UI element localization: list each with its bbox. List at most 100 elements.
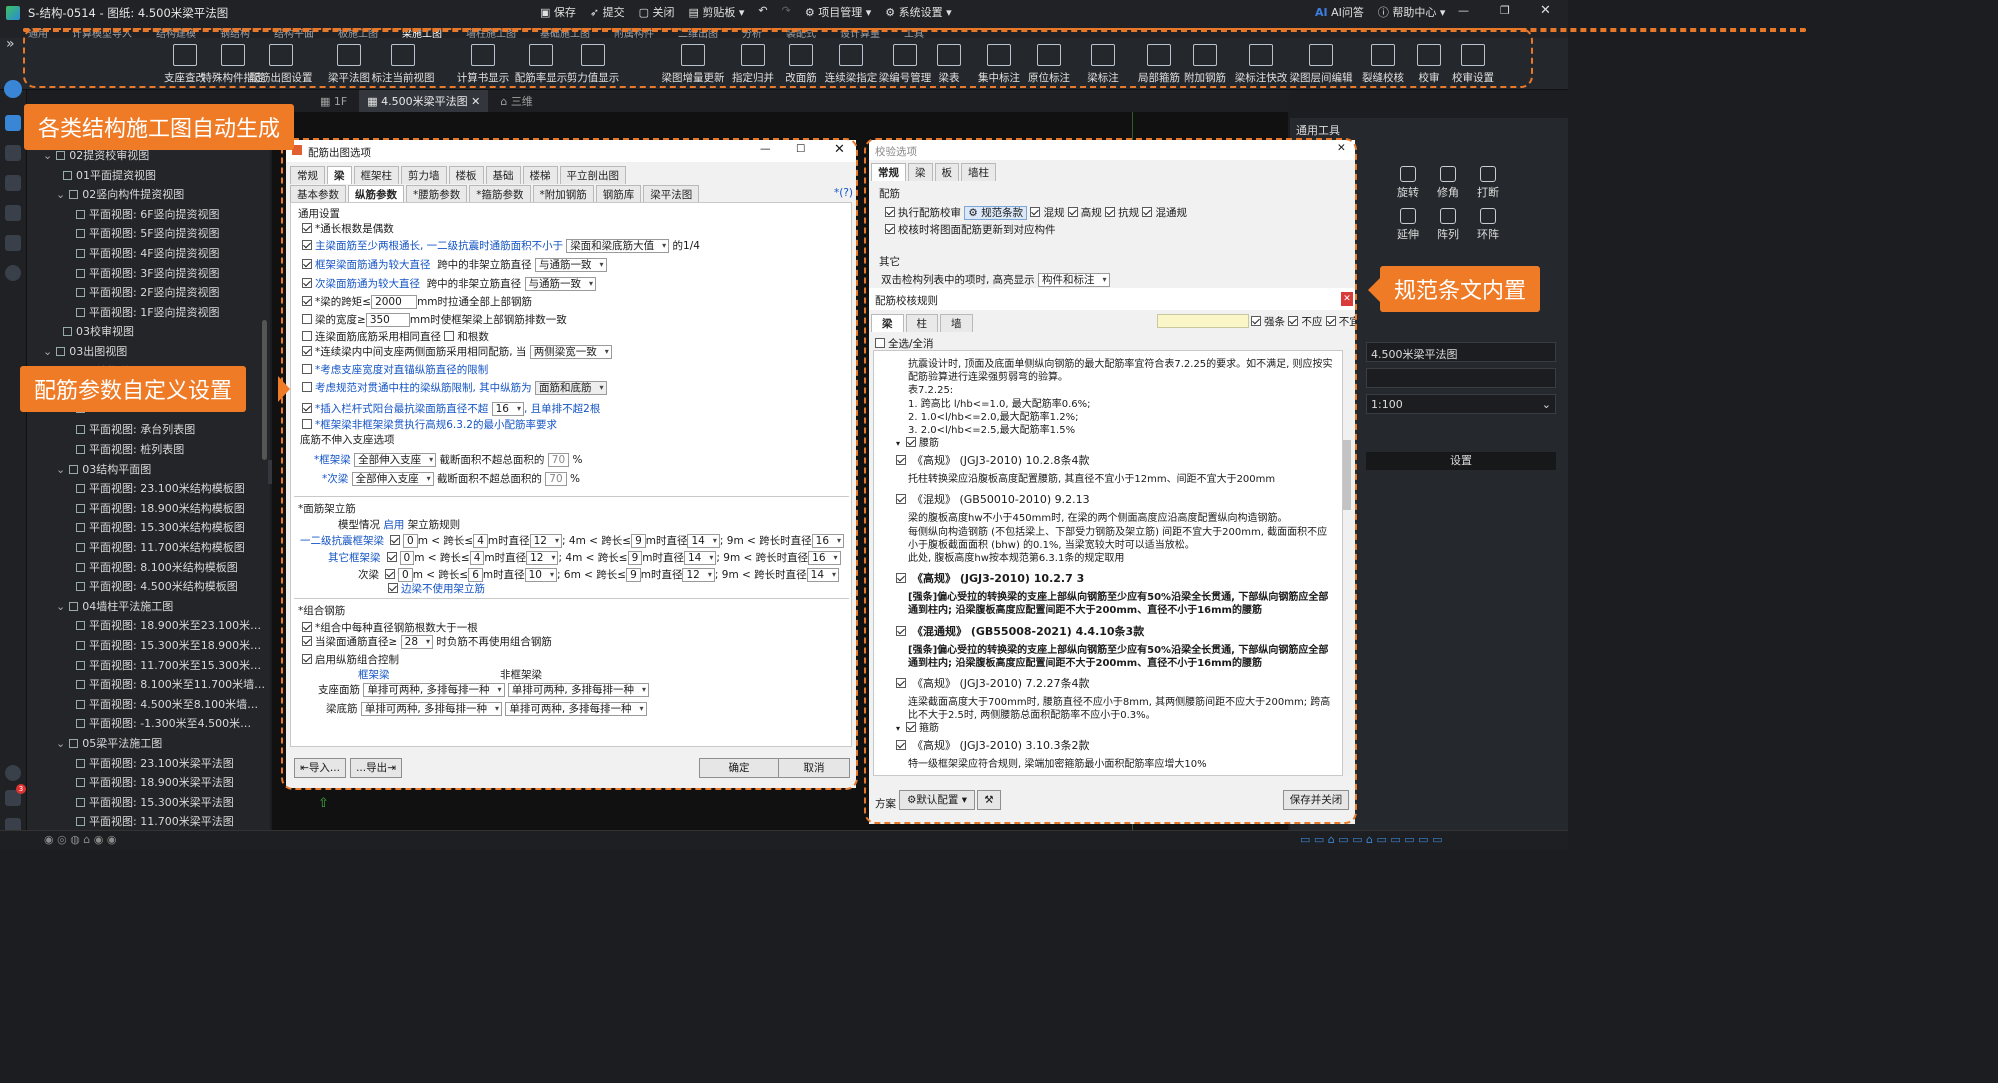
- tree-item[interactable]: 平面视图: -1.300米至4.500米…: [76, 715, 251, 731]
- help-button[interactable]: ⓘ 帮助中心 ▾: [1378, 4, 1446, 20]
- robot-icon[interactable]: [5, 765, 21, 781]
- tool-button[interactable]: 修角: [1430, 166, 1466, 200]
- view-name-field[interactable]: 4.500米梁平法图: [1366, 342, 1556, 362]
- list-icon[interactable]: [5, 205, 21, 221]
- close-doc-icon: ▢: [638, 6, 653, 19]
- view-icon: [76, 484, 85, 494]
- gear-icon: ⚙: [885, 6, 899, 19]
- undo-icon[interactable]: ↶: [758, 4, 767, 20]
- tree-item[interactable]: 平面视图: 桩列表图: [76, 441, 184, 457]
- redo-icon[interactable]: ↷: [782, 4, 791, 20]
- document-icon[interactable]: [5, 175, 21, 191]
- settings-button[interactable]: 设置: [1366, 452, 1556, 470]
- tree-item[interactable]: 平面视图: 18.900米至23.100米…: [76, 617, 261, 633]
- panel-icon[interactable]: [5, 235, 21, 251]
- tree-scrollbar[interactable]: [262, 320, 267, 460]
- notification-badge: 3: [16, 784, 26, 794]
- tree-item[interactable]: 平面视图: 15.300米梁平法图: [76, 794, 234, 810]
- doc-tab-1f[interactable]: ▦ 1F: [320, 95, 347, 108]
- callout-code-builtin: 规范条文内置: [1380, 266, 1541, 312]
- tree-label: 平面视图: 4F竖向提资视图: [89, 247, 220, 260]
- tree-label: 平面视图: 1F竖向提资视图: [89, 305, 220, 319]
- tree-folder[interactable]: ⌄ 05梁平法施工图: [56, 735, 162, 751]
- folder-icon: [56, 151, 66, 160]
- tree-label: 03校审视图: [76, 325, 134, 339]
- tree-item[interactable]: 平面视图: 18.900米结构模板图: [76, 500, 245, 516]
- tree-item[interactable]: 平面视图: 5F竖向提资视图: [76, 225, 220, 241]
- folder-icon: [69, 190, 79, 200]
- link-icon[interactable]: [5, 145, 21, 161]
- tree-label: 平面视图: 3F竖向提资视图: [89, 266, 220, 280]
- close-doc-button[interactable]: ▢ 关闭: [639, 4, 675, 20]
- expand-panel-icon[interactable]: »: [6, 36, 15, 52]
- tree-folder[interactable]: ⌄ 04墙柱平法施工图: [56, 598, 173, 614]
- close-tab-icon[interactable]: ✕: [471, 95, 480, 108]
- document-tabs: ▦ 1F ▦ 4.500米梁平法图 ✕ ⌂ 三维: [280, 90, 1290, 112]
- tree-item[interactable]: 平面视图: 3F竖向提资视图: [76, 265, 220, 281]
- doc-tab-beam-plan[interactable]: ▦ 4.500米梁平法图 ✕: [359, 90, 489, 112]
- doc-tab-3d[interactable]: ⌂ 三维: [500, 93, 532, 109]
- view-icon: [76, 680, 85, 690]
- tree-item[interactable]: 平面视图: 4F竖向提资视图: [76, 245, 220, 261]
- tree-item[interactable]: 01平面提资视图: [63, 167, 156, 183]
- title-bar: S-结构-0514 - 图纸: 4.500米梁平法图 ▣ 保存 ➶ 提交 ▢ 关…: [0, 0, 1568, 26]
- system-menu[interactable]: ⚙ 系统设置 ▾: [885, 4, 951, 20]
- tree-item[interactable]: 平面视图: 2F竖向提资视图: [76, 284, 220, 300]
- tree-item[interactable]: 平面视图: 11.700米至15.300米…: [76, 657, 261, 673]
- expand-icon[interactable]: ⌄: [43, 149, 52, 162]
- submit-button[interactable]: ➶ 提交: [590, 4, 625, 20]
- help-icon[interactable]: [5, 265, 21, 281]
- user-icon[interactable]: [4, 80, 22, 98]
- tree-item[interactable]: 平面视图: 4.500米至8.100米墙…: [76, 696, 258, 712]
- tree-item[interactable]: 平面视图: 1F竖向提资视图: [76, 304, 220, 320]
- tree-item[interactable]: 平面视图: 4.500米结构模板图: [76, 578, 238, 594]
- tree-item[interactable]: 03校审视图: [63, 323, 134, 339]
- empty-field[interactable]: [1366, 368, 1556, 388]
- save-icon: ▣: [540, 6, 554, 19]
- expand-icon[interactable]: ⌄: [56, 737, 65, 750]
- tree-item[interactable]: 平面视图: 承台列表图: [76, 421, 195, 437]
- cube-icon[interactable]: [5, 115, 21, 131]
- tree-item[interactable]: 平面视图: 8.100米结构模板图: [76, 559, 238, 575]
- tree-folder[interactable]: ⌄ 02竖向构件提资视图: [56, 186, 184, 202]
- view-icon: [76, 778, 85, 788]
- tree-item[interactable]: 平面视图: 11.700米结构模板图: [76, 539, 245, 555]
- tool-button[interactable]: 旋转: [1390, 166, 1426, 200]
- tool-button[interactable]: 阵列: [1430, 208, 1466, 242]
- restore-icon[interactable]: ❐: [1500, 4, 1510, 17]
- tree-item[interactable]: 平面视图: 6F竖向提资视图: [76, 206, 220, 222]
- status-tools[interactable]: ▭ ▭ ⌂ ▭ ▭ ⌂ ▭ ▭ ▭ ▭ ▭: [1300, 833, 1442, 846]
- tree-label: 平面视图: 18.900米至23.100米…: [89, 619, 262, 633]
- tree-item[interactable]: 平面视图: 23.100米结构模板图: [76, 480, 245, 496]
- tool-button[interactable]: 延伸: [1390, 208, 1426, 242]
- expand-icon[interactable]: ⌄: [56, 188, 65, 201]
- view-icon: [63, 327, 72, 337]
- callout-arrow: [278, 376, 290, 402]
- ai-button[interactable]: AI AI问答: [1315, 4, 1364, 20]
- minimize-icon[interactable]: —: [1458, 4, 1469, 17]
- save-button[interactable]: ▣ 保存: [540, 4, 576, 20]
- tree-item[interactable]: 平面视图: 11.700米梁平法图: [76, 813, 234, 829]
- tree-item[interactable]: 平面视图: 18.900米梁平法图: [76, 774, 234, 790]
- app-logo-icon: [6, 6, 20, 20]
- tool-button[interactable]: 打断: [1470, 166, 1506, 200]
- close-icon[interactable]: ✕: [1540, 3, 1551, 18]
- clipboard-button[interactable]: ▤ 剪贴板 ▾: [689, 4, 745, 20]
- expand-icon[interactable]: ⌄: [56, 463, 65, 476]
- tool-label: 阵列: [1437, 228, 1459, 241]
- tree-item[interactable]: 平面视图: 15.300米至18.900米…: [76, 637, 261, 653]
- scale-select[interactable]: 1:100 ⌄: [1366, 394, 1556, 414]
- tree-label: 平面视图: 6F竖向提资视图: [89, 207, 220, 221]
- expand-icon[interactable]: ⌄: [56, 600, 65, 613]
- tool-button[interactable]: 环阵: [1470, 208, 1506, 242]
- tree-item[interactable]: 平面视图: 15.300米结构模板图: [76, 519, 245, 535]
- tree-item[interactable]: 平面视图: 23.100米梁平法图: [76, 755, 234, 771]
- view-icon: [76, 641, 85, 650]
- tree-folder[interactable]: ⌄ 03出图视图: [43, 343, 127, 359]
- tree-folder[interactable]: ⌄ 03结构平面图: [56, 461, 151, 477]
- project-menu[interactable]: ⚙ 项目管理 ▾: [805, 4, 871, 20]
- tree-item[interactable]: 平面视图: 8.100米至11.700米墙…: [76, 676, 265, 692]
- eye-icon[interactable]: ◉ ◎ ◍ ⌂ ◉ ◉: [44, 833, 116, 846]
- expand-icon[interactable]: ⌄: [43, 345, 52, 358]
- tree-label: 平面视图: 18.900米梁平法图: [89, 776, 234, 790]
